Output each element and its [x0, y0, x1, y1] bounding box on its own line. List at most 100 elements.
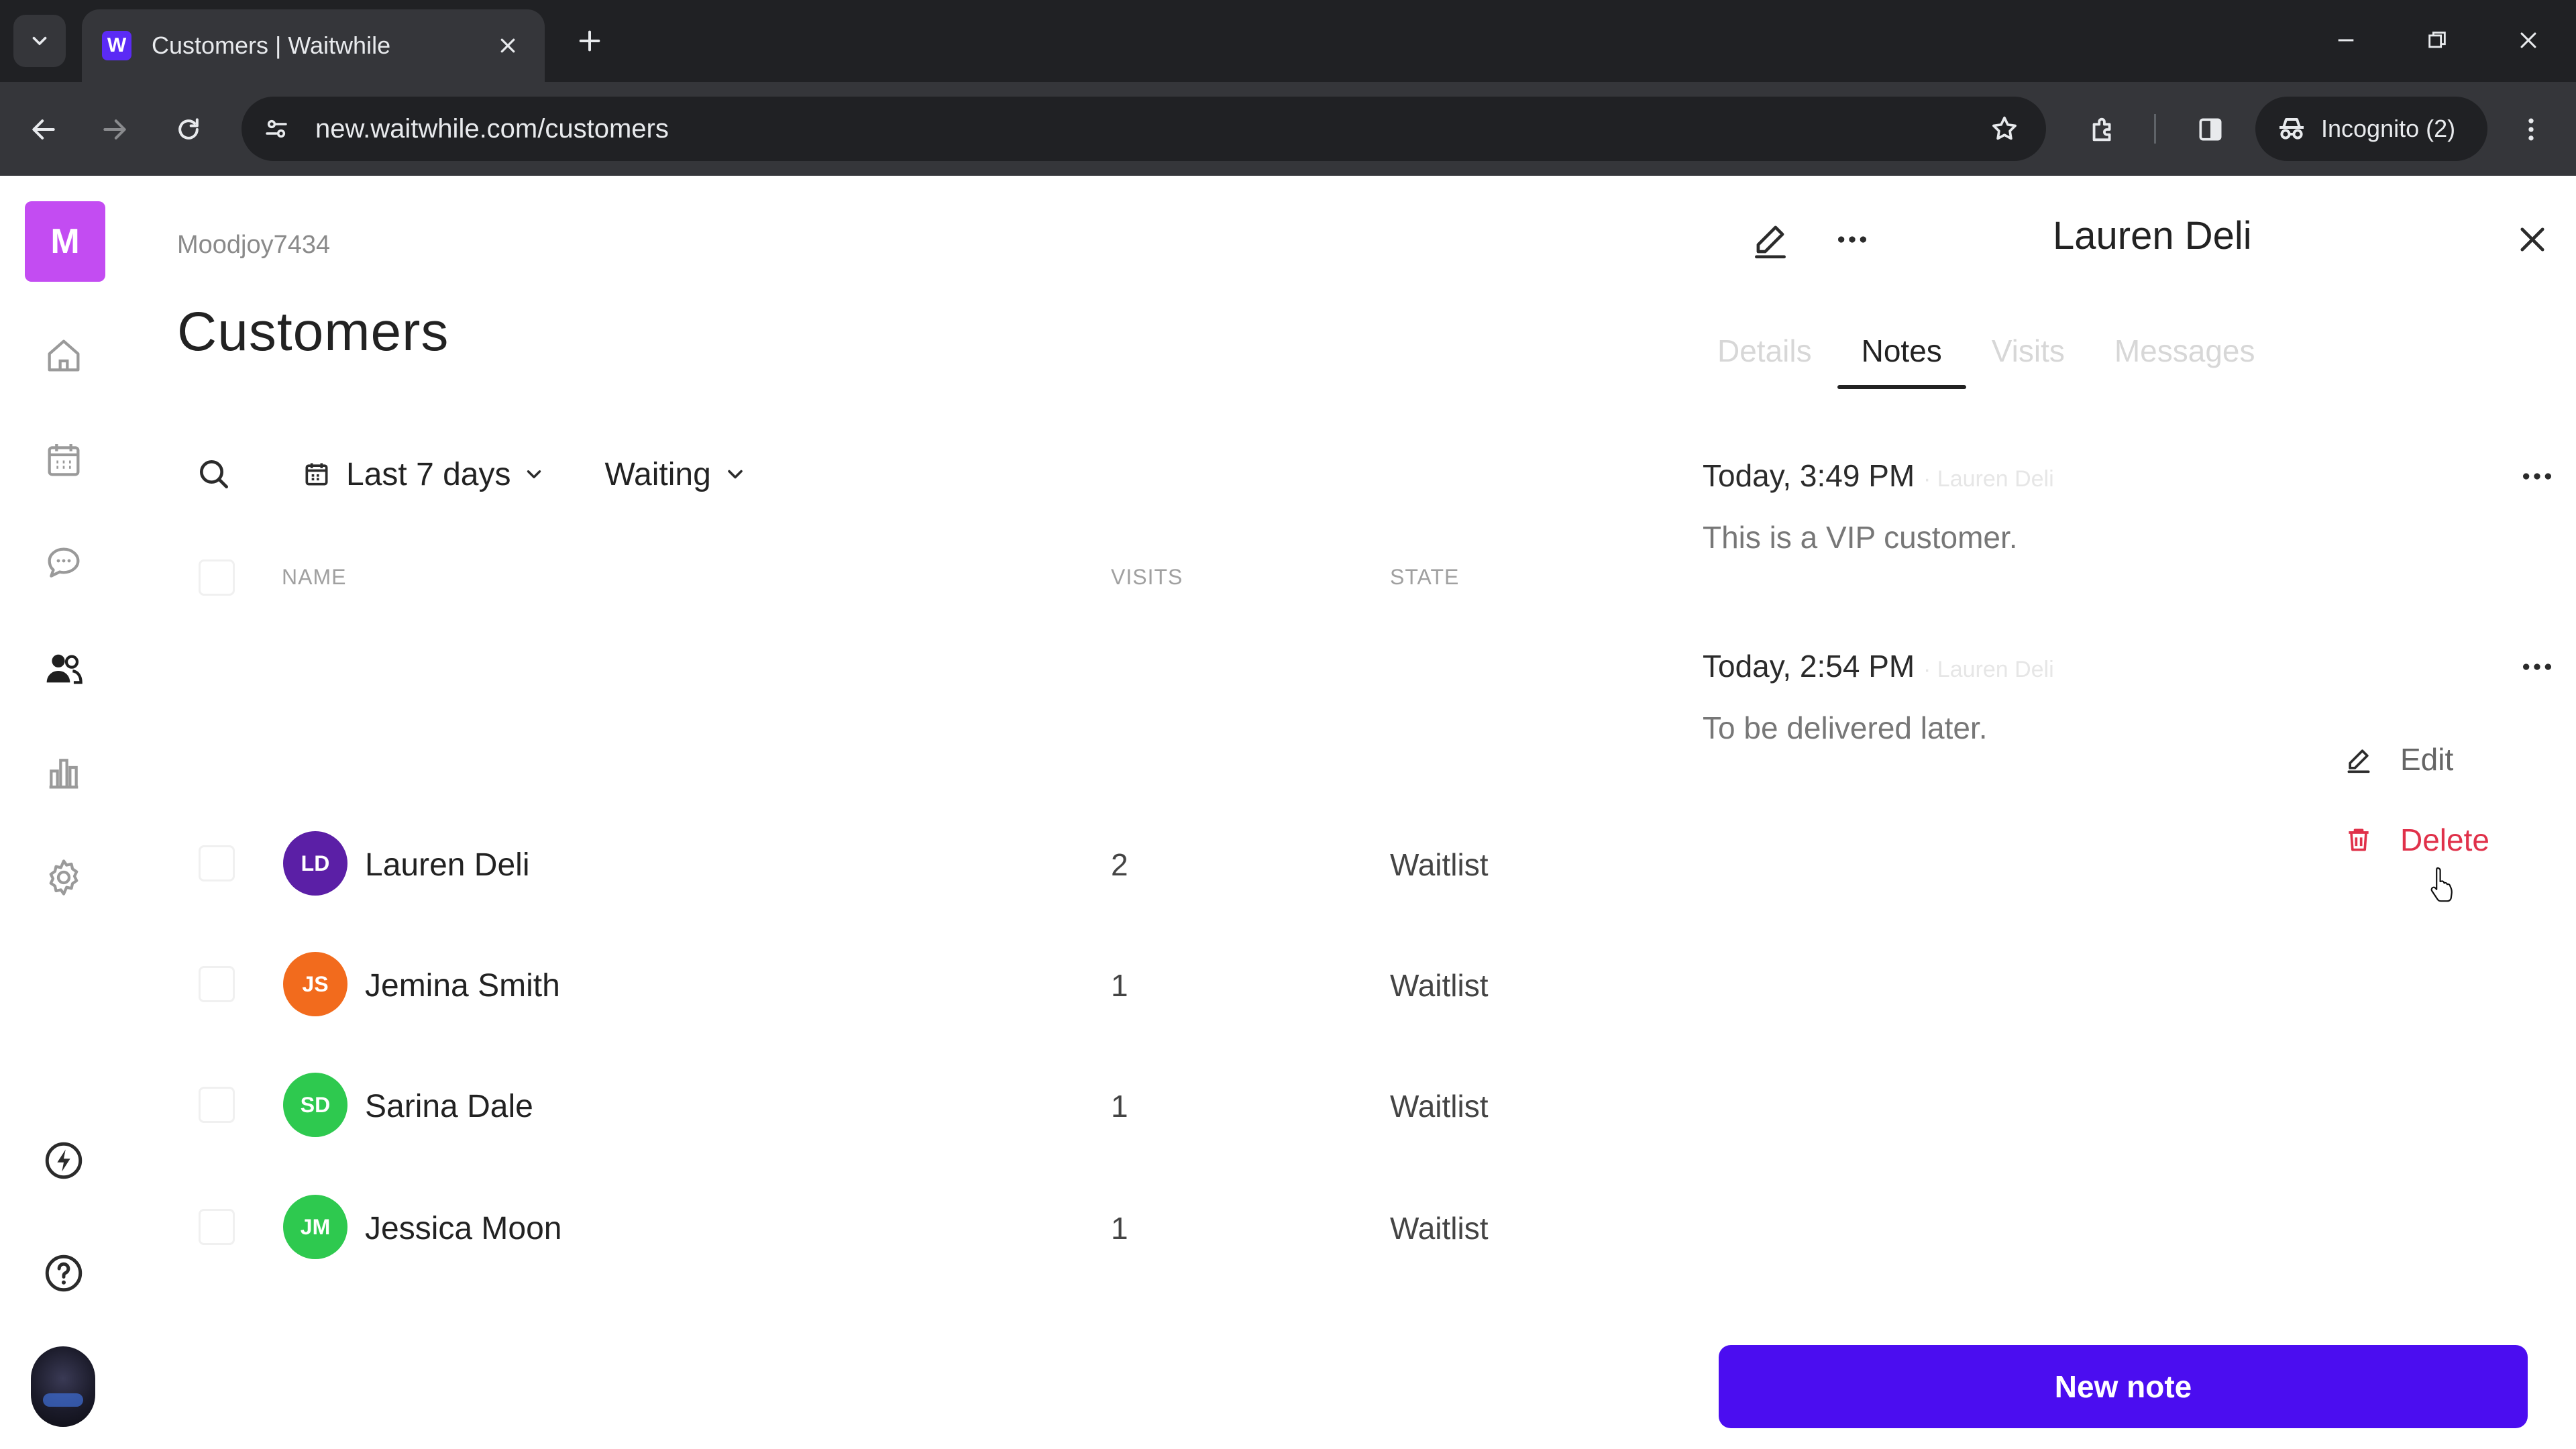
forward-button[interactable]: [91, 106, 138, 153]
address-bar[interactable]: new.waitwhile.com/customers: [241, 97, 2046, 161]
more-horizontal-icon: [2523, 663, 2551, 670]
state-filter[interactable]: Waiting: [604, 444, 747, 504]
restore-button[interactable]: [2407, 13, 2467, 67]
window-close-button[interactable]: [2498, 13, 2559, 67]
new-tab-button[interactable]: [568, 19, 612, 63]
tab-notes[interactable]: Notes: [1837, 330, 1967, 390]
customers-icon: [46, 654, 83, 684]
tab-close-button[interactable]: [491, 29, 525, 62]
sidebar-item-analytics[interactable]: [37, 746, 91, 800]
note-author: Lauren Deli: [1937, 466, 2054, 492]
arrow-left-icon: [32, 119, 55, 140]
browser-toolbar: new.waitwhile.com/customers Incognito (2…: [0, 82, 2576, 176]
column-header-name[interactable]: NAME: [282, 565, 346, 590]
select-all-checkbox[interactable]: [199, 559, 235, 596]
lightning-icon: [45, 1142, 83, 1179]
incognito-badge[interactable]: Incognito (2): [2255, 97, 2487, 161]
row-checkbox[interactable]: [199, 1087, 235, 1123]
extensions-button[interactable]: [2080, 106, 2127, 153]
customer-state: Waitlist: [1390, 1211, 1489, 1246]
search-button[interactable]: [184, 444, 244, 504]
new-note-button[interactable]: New note: [1719, 1345, 2528, 1428]
sidebar-item-help[interactable]: [37, 1246, 91, 1300]
pencil-icon: [1755, 225, 1786, 259]
note-separator: ·: [1923, 657, 1937, 682]
row-checkbox[interactable]: [199, 1209, 235, 1245]
edit-customer-button[interactable]: [1740, 209, 1801, 270]
table-row[interactable]: JS Jemina Smith 1 Waitlist: [177, 941, 1593, 1028]
sidebar: M: [0, 176, 127, 1449]
tab-messages[interactable]: Messages: [2114, 330, 2255, 390]
menu-item-edit[interactable]: Edit: [2344, 733, 2453, 786]
side-panel-button[interactable]: [2187, 106, 2234, 153]
sidebar-item-settings[interactable]: [37, 851, 91, 904]
table-row[interactable]: SD Sarina Dale 1 Waitlist: [177, 1061, 1593, 1148]
more-horizontal-icon: [1838, 236, 1866, 243]
row-checkbox[interactable]: [199, 966, 235, 1002]
waitwhile-favicon-icon: W: [102, 31, 131, 60]
note-timestamp: Today, 2:54 PM: [1703, 649, 1915, 684]
table-row[interactable]: JM Jessica Moon 1 Waitlist: [177, 1183, 1593, 1271]
menu-item-delete-label: Delete: [2400, 822, 2489, 857]
url-text[interactable]: new.waitwhile.com/customers: [315, 114, 1972, 144]
search-icon: [200, 460, 228, 488]
panel-tabs: Details Notes Visits Messages: [1717, 330, 2305, 390]
browser-tab-active[interactable]: W Customers | Waitwhile: [82, 9, 545, 82]
chevron-down-icon: [727, 470, 743, 479]
minimize-icon: [2338, 39, 2354, 42]
column-header-visits[interactable]: VISITS: [1111, 565, 1183, 590]
help-icon: [45, 1254, 83, 1292]
plus-icon: [579, 30, 600, 52]
reload-button[interactable]: [165, 106, 212, 153]
minimize-button[interactable]: [2316, 13, 2376, 67]
row-checkbox[interactable]: [199, 845, 235, 881]
site-info-button[interactable]: [244, 97, 309, 161]
customer-visits: 1: [1111, 1089, 1128, 1124]
trash-icon: [2349, 828, 2369, 851]
note-text: To be delivered later.: [1703, 710, 1988, 745]
menu-item-delete[interactable]: Delete: [2344, 813, 2489, 867]
sidebar-item-home[interactable]: [37, 329, 91, 382]
close-panel-button[interactable]: [2502, 209, 2563, 270]
note-more-button[interactable]: [2510, 449, 2564, 503]
hand-cursor-icon: [2430, 867, 2453, 902]
tab-visits[interactable]: Visits: [1992, 330, 2065, 390]
sidebar-item-whats-new[interactable]: [37, 1134, 91, 1187]
sidebar-item-customers[interactable]: [37, 641, 91, 695]
bookmark-button[interactable]: [1972, 97, 2037, 161]
gear-icon: [49, 859, 78, 896]
menu-item-edit-label: Edit: [2400, 742, 2454, 777]
sidebar-item-messages[interactable]: [37, 537, 91, 590]
column-header-state[interactable]: STATE: [1390, 565, 1459, 590]
customer-name: Sarina Dale: [365, 1089, 533, 1124]
tab-search-button[interactable]: [13, 15, 66, 67]
reload-icon: [178, 118, 199, 140]
customer-avatar: JS: [283, 952, 347, 1016]
chat-icon: [48, 547, 80, 578]
state-filter-label: Waiting: [604, 456, 711, 492]
pencil-icon: [2347, 749, 2370, 773]
customer-name: Lauren Deli: [365, 847, 530, 883]
sidebar-item-calendar[interactable]: [37, 433, 91, 487]
close-icon: [2520, 32, 2536, 48]
back-button[interactable]: [20, 106, 67, 153]
user-avatar[interactable]: [31, 1346, 95, 1427]
note-context-menu: Edit Delete: [2324, 724, 2525, 885]
restore-icon: [2428, 32, 2446, 48]
customer-panel-title: Lauren Deli: [2053, 214, 2252, 258]
arrow-right-icon: [103, 119, 126, 140]
home-icon: [48, 339, 80, 372]
tab-details[interactable]: Details: [1717, 330, 1812, 390]
customer-more-button[interactable]: [1822, 209, 1882, 270]
browser-menu-button[interactable]: [2508, 106, 2555, 153]
incognito-label: Incognito (2): [2321, 115, 2456, 142]
toolbar-separator: [2154, 114, 2156, 144]
note-header: Today, 2:54 PM · Lauren Deli: [1703, 648, 2054, 684]
date-range-filter[interactable]: Last 7 days: [302, 444, 545, 504]
note-more-button[interactable]: [2510, 640, 2564, 694]
customer-avatar: SD: [283, 1073, 347, 1137]
org-avatar[interactable]: M: [25, 201, 105, 282]
table-row[interactable]: LD Lauren Deli 2 Waitlist: [177, 820, 1593, 907]
account-name: Moodjoy7434: [177, 231, 331, 259]
chevron-down-icon: [527, 470, 541, 478]
